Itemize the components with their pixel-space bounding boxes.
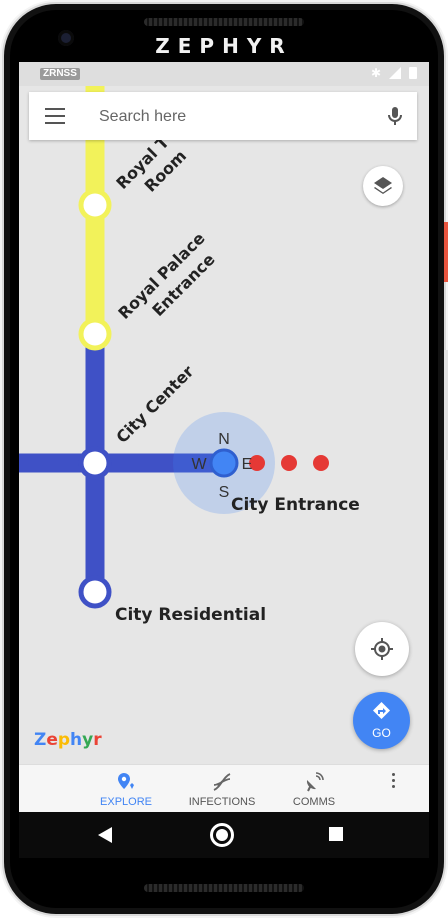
satellite-dish-icon [306,772,324,792]
system-navigation-bar [19,812,429,858]
station-city-center [78,446,112,480]
layers-button[interactable] [363,166,403,206]
route-dot [281,455,297,471]
map-pin-icon [118,773,134,789]
tab-comms[interactable]: COMMS [281,765,347,812]
volume-button [444,350,448,460]
bluetooth-icon: ✱ [370,66,381,80]
recents-icon[interactable] [329,827,343,841]
directions-icon [373,702,390,719]
compass-w: W [191,456,207,473]
battery-icon [409,67,417,79]
more-options-icon[interactable] [387,773,399,793]
status-icons: ✱ [371,66,417,80]
power-button [444,222,448,282]
tab-explore-label: EXPLORE [100,796,152,808]
go-label: GO [372,726,391,740]
microphone-icon[interactable] [383,104,407,128]
logo-letter: Z [34,730,47,750]
tab-infections-label: INFECTIONS [188,796,256,808]
zephyr-logo: Zephyr [34,730,102,750]
menu-icon[interactable] [45,108,65,124]
label-city-residential: City Residential [115,605,266,625]
logo-letter: e [46,730,58,750]
app-screen: N S W E Royal T Room Royal Palace Entran… [19,62,429,812]
crosshair-icon [371,638,393,660]
station-royal-palace [78,317,112,351]
station-royal-room [78,188,112,222]
route-dot [313,455,329,471]
signal-icon [389,67,401,79]
back-icon[interactable] [98,827,112,843]
dna-icon [213,773,231,791]
layers-icon [374,177,392,194]
home-icon[interactable] [210,823,234,847]
tab-explore[interactable]: EXPLORE [91,765,161,812]
compass-n: N [218,431,230,448]
location-dot [209,448,239,478]
label-city-entrance: City Entrance [231,495,360,515]
bottom-navigation: EXPLORE INFECTIONS COMMS [19,764,429,812]
logo-letter: p [57,730,71,750]
carrier-label: ZRNSS [40,68,80,80]
search-input[interactable] [97,104,351,130]
my-location-button[interactable] [355,622,409,676]
compass-e: E [242,456,253,473]
logo-letter: h [70,730,83,750]
tab-infections[interactable]: INFECTIONS [183,765,261,812]
tab-comms-label: COMMS [292,796,336,808]
search-bar [29,92,417,140]
logo-letter: r [93,730,102,750]
logo-letter: y [82,730,94,750]
bottom-speaker [144,884,304,892]
device-brand: ZEPHYR [155,34,293,58]
station-city-residential [78,575,112,609]
top-speaker [144,18,304,26]
compass-s: S [219,484,230,501]
go-button[interactable]: GO [353,692,410,749]
status-bar: ZRNSS ✱ [19,62,429,86]
